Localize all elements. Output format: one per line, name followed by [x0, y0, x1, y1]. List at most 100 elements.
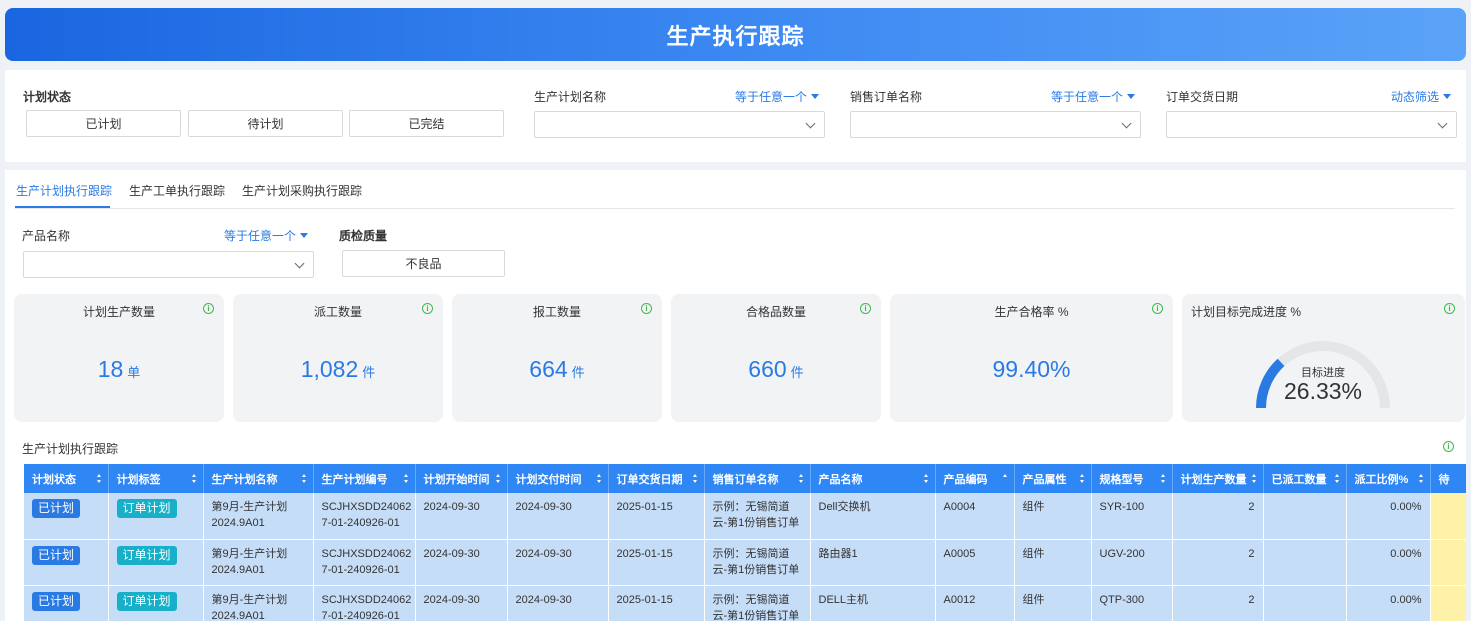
cell-line: 第9月-生产计划 — [211, 501, 288, 513]
sort-asc-icon[interactable] — [1002, 474, 1008, 483]
caret-down-icon — [1127, 94, 1136, 99]
sort-icon[interactable] — [692, 474, 698, 483]
column-header[interactable]: 订单交货日期 — [608, 464, 705, 493]
caret-down-icon — [300, 233, 309, 238]
sort-icon[interactable] — [1251, 474, 1257, 483]
chevron-down-icon — [1437, 118, 1448, 129]
main-panel: 生产计划执行跟踪 生产工单执行跟踪 生产计划采购执行跟踪 产品名称 等于任意一个… — [5, 170, 1466, 621]
table-cell — [1430, 539, 1466, 586]
column-header[interactable]: 计划交付时间 — [507, 464, 609, 493]
sort-icon[interactable] — [798, 474, 804, 483]
table-cell: 2024-09-30 — [415, 539, 508, 586]
quality-option-defective[interactable]: 不良品 — [342, 250, 505, 277]
table-cell: 2025-01-15 — [608, 585, 705, 621]
column-header[interactable]: 产品编码 — [935, 464, 1015, 493]
table-row[interactable]: 已计划 订单计划 第9月-生产计划 2024.9A01 SCJHXSDD24062 7-0… — [24, 539, 1466, 586]
sort-icon[interactable] — [191, 474, 197, 483]
sort-icon[interactable] — [923, 474, 929, 483]
sales-order-operator[interactable]: 等于任意一个 — [1051, 88, 1136, 105]
table-row[interactable]: 已计划 订单计划 第9月-生产计划 2024.9A01 SCJHXSDD24062 7-0… — [24, 585, 1466, 621]
table-cell: DELL主机 — [810, 585, 936, 621]
column-header[interactable]: 产品属性 — [1014, 464, 1092, 493]
sort-icon[interactable] — [596, 474, 602, 483]
table-header-row: 计划状态 计划标签 生产计划名称 生产计划编号 计划开始时间 计划交付时间 订单交货日期 销售… — [24, 464, 1466, 493]
sort-icon[interactable] — [495, 474, 501, 483]
tab-plan-tracking[interactable]: 生产计划执行跟踪 — [16, 182, 112, 199]
tab-purchase-tracking[interactable]: 生产计划采购执行跟踪 — [242, 182, 362, 199]
column-header[interactable]: 规格型号 — [1091, 464, 1173, 493]
kpi-card-pass-rate: 生产合格率 % i 99.40% — [890, 294, 1173, 422]
table-row[interactable]: 已计划 订单计划 第9月-生产计划 2024.9A01 SCJHXSDD24062 7-0… — [24, 493, 1466, 540]
kpi-title: 派工数量 — [313, 305, 362, 319]
plan-name-operator-text: 等于任意一个 — [735, 90, 808, 104]
plan-name-operator[interactable]: 等于任意一个 — [735, 88, 820, 105]
cell-line: 2024.9A01 — [211, 563, 265, 576]
info-icon[interactable]: i — [1444, 303, 1455, 314]
kpi-unit: 件 — [571, 365, 585, 380]
table-cell: 2 — [1172, 585, 1264, 621]
sort-icon[interactable] — [301, 474, 307, 483]
column-header[interactable]: 派工比例% — [1346, 464, 1431, 493]
kpi-title: 计划目标完成进度 % — [1191, 305, 1302, 319]
plan-status-option-pending[interactable]: 待计划 — [188, 110, 343, 137]
kpi-value: 660 件 — [671, 356, 881, 383]
cell-text: A0005 — [943, 547, 976, 560]
table-cell: 已计划 — [24, 493, 109, 540]
kpi-number: 99.40% — [992, 356, 1071, 382]
column-header[interactable]: 计划标签 — [108, 464, 204, 493]
sort-icon[interactable] — [96, 474, 102, 483]
sort-icon[interactable] — [1160, 474, 1166, 483]
cell-line: 云-第1份销售订单 — [712, 517, 800, 529]
caret-down-icon — [811, 94, 820, 99]
table-cell: 0.00% — [1346, 493, 1431, 540]
kpi-card-qualified-qty: 合格品数量 i 660 件 — [671, 294, 881, 422]
column-header-label: 待 — [1438, 473, 1450, 486]
plan-status-option-closed[interactable]: 已完结 — [349, 110, 504, 137]
info-icon[interactable]: i — [641, 303, 652, 314]
table-cell: 示例：无锡简道 云-第1份销售订单 — [704, 585, 811, 621]
table-cell — [1430, 493, 1466, 540]
kpi-card-target-progress: 计划目标完成进度 % i 目标进度 26.33% — [1182, 294, 1465, 422]
column-header[interactable]: 产品名称 — [810, 464, 936, 493]
column-header[interactable]: 计划开始时间 — [415, 464, 508, 493]
plan-status-option-planned[interactable]: 已计划 — [26, 110, 181, 137]
column-header[interactable]: 计划状态 — [24, 464, 109, 493]
column-header[interactable]: 已派工数量 — [1263, 464, 1347, 493]
column-header[interactable]: 销售订单名称 — [704, 464, 811, 493]
product-name-operator[interactable]: 等于任意一个 — [224, 227, 309, 244]
info-icon[interactable]: i — [1152, 303, 1163, 314]
table-cell: 订单计划 — [108, 585, 204, 621]
sort-icon[interactable] — [1079, 474, 1085, 483]
table-cell: SCJHXSDD24062 7-01-240926-01 — [313, 539, 416, 586]
table-cell — [1263, 585, 1347, 621]
info-icon[interactable]: i — [1443, 441, 1454, 452]
delivery-date-select[interactable] — [1166, 111, 1457, 138]
column-header-label: 派工比例% — [1354, 473, 1409, 486]
cell-text: A0012 — [943, 593, 976, 606]
cell-line: 7-01-240926-01 — [321, 609, 400, 621]
column-header[interactable]: 生产计划名称 — [203, 464, 314, 493]
page-title: 生产执行跟踪 — [666, 23, 805, 49]
delivery-date-operator[interactable]: 动态筛选 — [1391, 88, 1452, 105]
info-icon[interactable]: i — [422, 303, 433, 314]
cell-line: 7-01-240926-01 — [321, 517, 400, 529]
column-header[interactable]: 待 — [1430, 464, 1466, 493]
sales-order-select[interactable] — [850, 111, 1141, 138]
sort-icon[interactable] — [403, 474, 409, 483]
sort-icon[interactable] — [1418, 474, 1424, 483]
cell-text: SYR-100 — [1099, 501, 1145, 513]
sort-icon[interactable] — [1334, 474, 1340, 483]
sales-order-operator-text: 等于任意一个 — [1051, 90, 1124, 104]
info-icon[interactable]: i — [860, 303, 871, 314]
table-cell — [1263, 539, 1347, 586]
plan-name-select[interactable] — [534, 111, 825, 138]
cell-line: SCJHXSDD24062 — [321, 593, 412, 606]
tab-workorder-tracking[interactable]: 生产工单执行跟踪 — [129, 182, 225, 199]
info-icon[interactable]: i — [203, 303, 214, 314]
table-cell: 第9月-生产计划 2024.9A01 — [203, 585, 314, 621]
progress-gauge: 目标进度 26.33% — [1253, 338, 1393, 414]
column-header[interactable]: 计划生产数量 — [1172, 464, 1264, 493]
table-body: 已计划 订单计划 第9月-生产计划 2024.9A01 SCJHXSDD24062 7-0… — [24, 493, 1466, 621]
column-header[interactable]: 生产计划编号 — [313, 464, 416, 493]
product-name-select[interactable] — [23, 251, 314, 278]
